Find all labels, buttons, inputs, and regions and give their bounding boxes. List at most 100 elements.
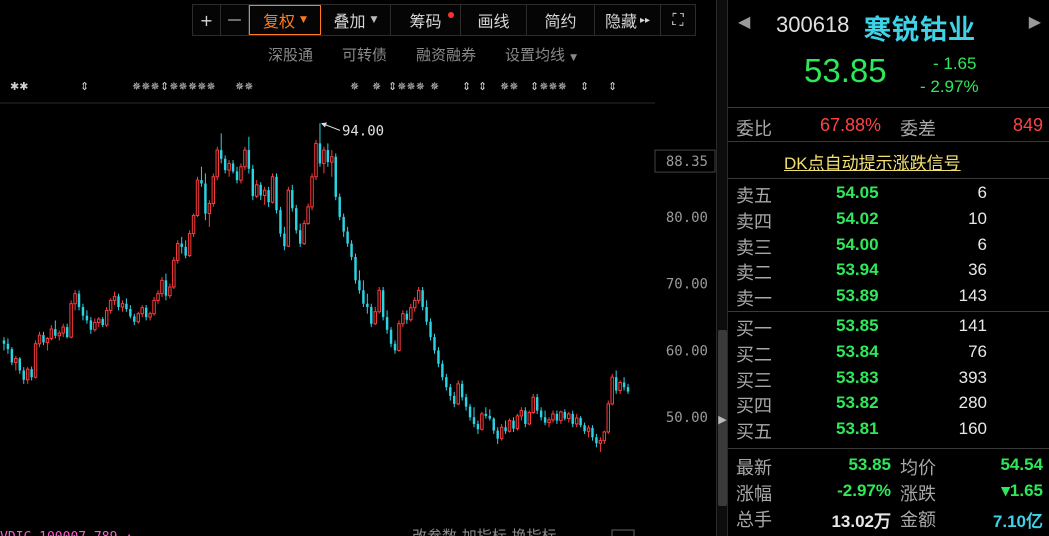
candle xyxy=(187,230,192,257)
candle xyxy=(381,287,385,321)
candle-body xyxy=(425,307,428,322)
candle xyxy=(385,310,389,334)
candle xyxy=(302,220,306,245)
candle-body xyxy=(306,206,310,225)
kline-chart[interactable]: ✱✱ ⇕ ✵✵✵ ⇕✵✵ ✵✵✵ ✵✵ ✵ ✵ ⇕✵✵✵ ✵ ⇕ ⇕ ✵✵ ⇕✵✵✵ ⇕ ⇕ 88.3580.… xyxy=(0,0,716,536)
candle-body xyxy=(172,259,176,288)
fullscreen-button[interactable]: ⛶ xyxy=(661,5,695,35)
double-arrow-icon: ▸▸ xyxy=(639,14,651,26)
candle-body xyxy=(85,315,89,321)
candle-body xyxy=(583,425,586,432)
candle-body xyxy=(298,230,302,244)
candle xyxy=(22,367,25,384)
candle-body xyxy=(381,290,385,318)
candle-body xyxy=(555,413,559,421)
candle-body xyxy=(405,313,409,320)
buy-row-2: 买二 53.84 76 xyxy=(728,339,1049,365)
candle-body xyxy=(342,216,345,232)
ob-label: 卖三 xyxy=(736,237,772,258)
candle-body xyxy=(610,376,614,405)
candle xyxy=(326,143,330,167)
y-tick-label: 60.00 xyxy=(666,343,708,359)
candle-body xyxy=(346,231,349,244)
yincang-label: 隐藏 xyxy=(604,12,637,31)
dk-signal-link[interactable]: DK点自动提示涨跌信号 xyxy=(784,149,961,174)
ma-settings-label: 设置均线 xyxy=(505,46,566,64)
candle-body xyxy=(18,358,21,371)
ob-label: 买五 xyxy=(736,422,772,443)
candle-body xyxy=(156,293,160,301)
candle-body xyxy=(204,183,207,214)
yincang-button[interactable]: 隐藏 ▸▸ xyxy=(595,5,661,35)
candle xyxy=(255,180,259,199)
zoom-out-button[interactable]: — xyxy=(221,5,249,35)
avg-value: 54.54 xyxy=(1000,455,1043,474)
collapse-arrow-icon[interactable]: ▶ xyxy=(718,405,727,433)
candle xyxy=(484,407,488,419)
quote-panel: ◀ 300618 寒锐钴业 ▶ 53.85 - 1.65 - 2.97% 委比 … xyxy=(728,0,1049,536)
candle xyxy=(10,347,14,366)
candle xyxy=(401,310,405,328)
candle-body xyxy=(626,387,630,392)
candle xyxy=(512,417,515,432)
candle-body xyxy=(453,395,456,404)
candle xyxy=(25,367,30,384)
candle-body xyxy=(231,163,235,172)
candle-body xyxy=(622,382,626,388)
candle-body xyxy=(606,403,611,433)
candle xyxy=(571,410,574,428)
huaxian-button[interactable]: 画线 xyxy=(461,5,527,35)
candle xyxy=(65,323,69,339)
candle-body xyxy=(354,256,357,281)
weicha-label: 委差 xyxy=(900,119,936,139)
zoom-in-button[interactable]: + xyxy=(193,5,221,35)
candle-body xyxy=(73,293,77,305)
candle-body xyxy=(262,189,267,196)
chouma-button[interactable]: 筹码 xyxy=(391,5,461,35)
candle xyxy=(421,287,424,311)
chart-scrollbar[interactable]: ▶ xyxy=(716,0,728,536)
fuquan-dropdown[interactable]: 复权 ▼ xyxy=(249,5,321,35)
candle-body xyxy=(429,321,432,338)
ob-label: 买一 xyxy=(736,319,772,339)
candle-body xyxy=(255,184,259,197)
candle-body xyxy=(65,327,69,338)
candle xyxy=(567,411,571,423)
candle-body xyxy=(488,415,492,419)
candle xyxy=(504,420,507,434)
candle-body xyxy=(101,319,104,326)
candle-body xyxy=(547,419,551,424)
candle-body xyxy=(25,368,30,381)
candle-body xyxy=(184,246,187,256)
candle xyxy=(330,150,334,177)
jianyue-button[interactable]: 简约 xyxy=(527,5,595,35)
candle xyxy=(180,236,183,254)
candle xyxy=(144,305,148,321)
candle-body xyxy=(195,179,200,217)
next-stock-icon[interactable]: ▶ xyxy=(1029,12,1041,32)
candle xyxy=(595,433,598,448)
candle xyxy=(393,340,397,354)
candle-body xyxy=(125,303,128,310)
ma-settings-dropdown[interactable]: 设置均线 ▼ xyxy=(505,44,577,65)
kezhuanzhai-link[interactable]: 可转债 xyxy=(342,44,387,65)
minus-icon: — xyxy=(227,12,242,28)
candle-body xyxy=(117,296,120,308)
candle xyxy=(85,310,89,324)
shengutong-link[interactable]: 深股通 xyxy=(268,44,313,65)
candle-body xyxy=(507,420,512,432)
candle-body xyxy=(373,311,377,325)
candle-body xyxy=(295,208,298,231)
rongzi-link[interactable]: 融资融券 xyxy=(416,44,476,65)
vol-label: 总手 xyxy=(736,510,772,530)
kline-chart-area[interactable]: ✱✱ ⇕ ✵✵✵ ⇕✵✵ ✵✵✵ ✵✵ ✵ ✵ ⇕✵✵✵ ✵ ⇕ ⇕ ✵✵ ⇕✵✵✵ ⇕ ⇕ 88.35 80.… xyxy=(0,0,716,536)
diejia-dropdown[interactable]: 叠加 ▼ xyxy=(321,5,391,35)
ob-price: 54.05 xyxy=(836,183,879,202)
prev-stock-icon[interactable]: ◀ xyxy=(738,12,750,32)
candle-body xyxy=(318,143,322,164)
candle xyxy=(397,320,401,352)
candle-body xyxy=(496,430,499,439)
candle xyxy=(539,407,543,421)
candle-body xyxy=(279,210,282,234)
candle xyxy=(318,123,322,167)
